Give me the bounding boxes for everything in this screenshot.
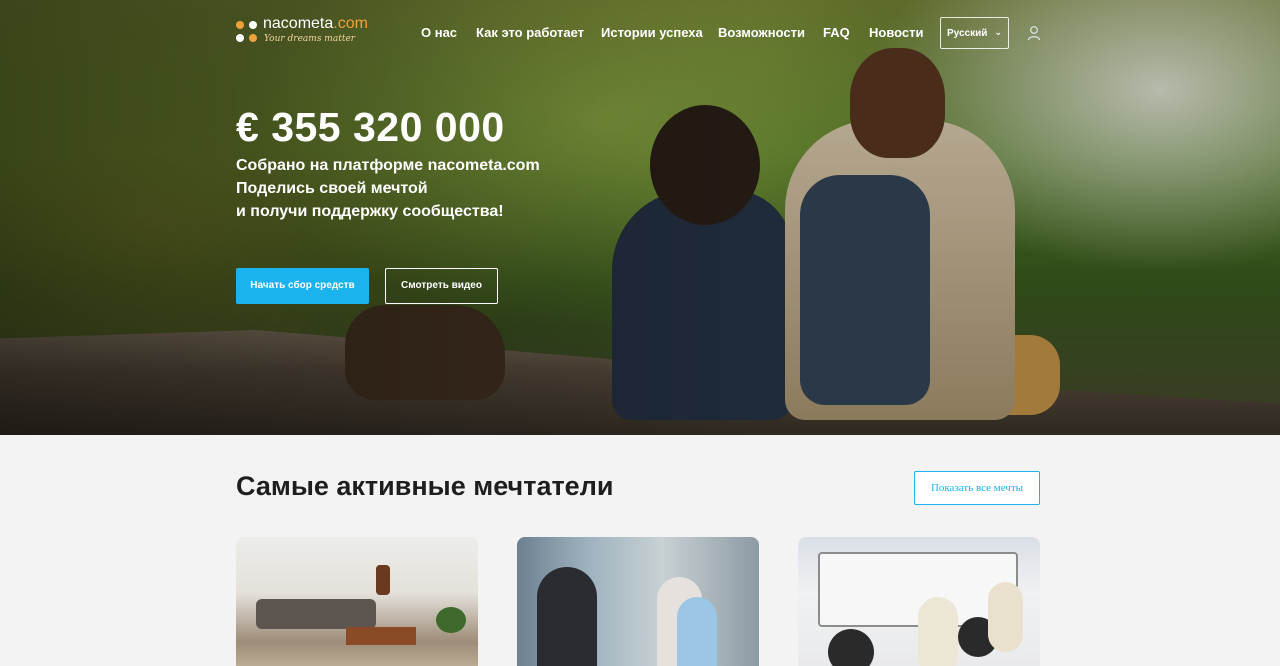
nav-how-it-works[interactable]: Как это работает xyxy=(476,25,584,40)
hero-line-3: и получи поддержку сообщества! xyxy=(236,203,504,220)
show-all-dreams-button[interactable]: Показать все мечты xyxy=(914,471,1040,505)
dream-card-living-room[interactable] xyxy=(236,537,478,666)
chevron-down-icon: ⌄ xyxy=(994,27,1002,37)
nav-success-stories[interactable]: Истории успеха xyxy=(601,25,703,40)
start-fundraising-button[interactable]: Начать сбор средств xyxy=(236,268,369,304)
logo-tagline: Your dreams matter xyxy=(264,34,356,44)
hero-line-1: Собрано на платформе nacometa.com xyxy=(236,157,540,174)
logo-wordmark: nacometa.com xyxy=(263,15,368,32)
nav-opportunities[interactable]: Возможности xyxy=(718,25,805,40)
raised-amount: € 355 320 000 xyxy=(236,104,505,150)
nav-faq[interactable]: FAQ xyxy=(823,25,850,40)
nav-news[interactable]: Новости xyxy=(869,25,924,40)
hero-banner xyxy=(0,0,1280,435)
section-title: Самые активные мечтатели xyxy=(236,471,614,501)
watch-video-button[interactable]: Смотреть видео xyxy=(385,268,498,304)
nav-about[interactable]: О нас xyxy=(421,25,457,40)
dream-card-polar-bears[interactable] xyxy=(798,537,1040,666)
hero-line-2: Поделись своей мечтой xyxy=(236,180,428,197)
dream-card-ballet[interactable] xyxy=(517,537,759,666)
logo[interactable]: nacometa.com Your dreams matter xyxy=(236,15,376,47)
language-value: Русский xyxy=(947,28,988,39)
logo-icon xyxy=(236,21,258,43)
user-icon[interactable] xyxy=(1027,25,1041,41)
language-select[interactable]: Русский ⌄ xyxy=(940,17,1009,49)
